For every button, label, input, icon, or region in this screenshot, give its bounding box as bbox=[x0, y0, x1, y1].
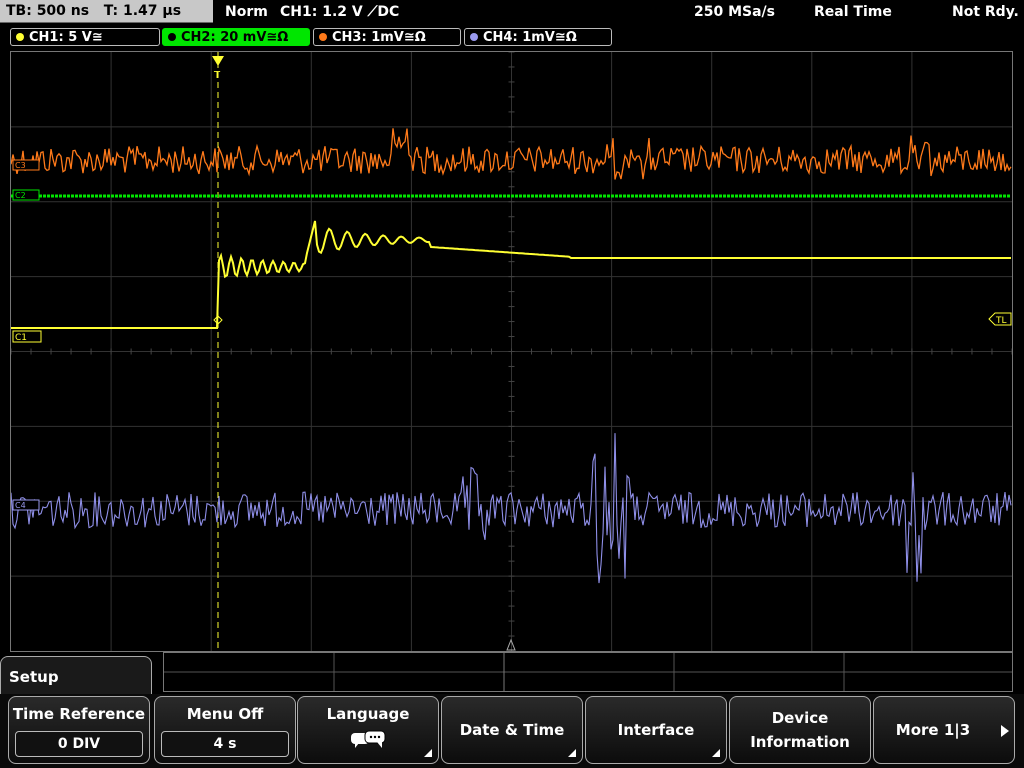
more-button[interactable]: More 1|3 bbox=[873, 696, 1015, 764]
channel-tab-label: CH4: 1mV≅Ω bbox=[483, 30, 577, 45]
channel-tab-label: CH1: 5 V≅ bbox=[29, 30, 103, 45]
graticule-grid bbox=[11, 52, 1012, 651]
zoom-grid bbox=[164, 653, 1012, 691]
menu-off-label: Menu Off bbox=[186, 705, 264, 723]
interface-button[interactable]: Interface bbox=[585, 696, 727, 764]
svg-text:C1: C1 bbox=[15, 333, 27, 343]
arrow-right-icon bbox=[1001, 725, 1009, 737]
trigger-position-marker bbox=[212, 56, 224, 66]
channel-tab-ch2[interactable]: CH2: 20 mV≅Ω bbox=[162, 28, 310, 46]
channel-tab-ch1[interactable]: CH1: 5 V≅ bbox=[10, 28, 160, 46]
timebase-readout[interactable]: TB: 500 ns T: 1.47 µs bbox=[0, 0, 213, 23]
device-information-label: Device Information bbox=[730, 697, 870, 763]
status-bar: TB: 500 ns T: 1.47 µs Norm CH1: 1.2 V ⟋D… bbox=[0, 0, 1024, 24]
status-text: Not Rdy. bbox=[952, 4, 1019, 20]
zoom-window bbox=[163, 652, 1013, 692]
acquisition-mode: Real Time bbox=[814, 4, 892, 20]
svg-text:TL: TL bbox=[995, 316, 1007, 326]
device-information-line2: Information bbox=[750, 733, 850, 751]
device-information-line1: Device bbox=[771, 709, 829, 727]
submenu-indicator-icon bbox=[568, 749, 576, 757]
trigger-level-marker: TL bbox=[988, 312, 1012, 326]
waveform-canvas: T C1 C2 C3 C4 TL bbox=[11, 52, 1012, 651]
channel-tab-ch3[interactable]: CH3: 1mV≅Ω bbox=[313, 28, 461, 46]
channel-color-dot bbox=[16, 33, 24, 41]
menu-off-value: 4 s bbox=[161, 731, 289, 757]
time-reference-value: 0 DIV bbox=[15, 731, 143, 757]
trigger-info[interactable]: CH1: 1.2 V ⟋DC bbox=[280, 0, 399, 24]
svg-text:C2: C2 bbox=[15, 191, 26, 200]
speech-bubbles-icon bbox=[351, 730, 386, 748]
sample-rate: 250 MSa/s bbox=[694, 4, 776, 20]
time-reference-label: Time Reference bbox=[12, 705, 146, 723]
ch2-ground-marker: C2 bbox=[12, 189, 40, 201]
menu-title-tab: Setup bbox=[0, 656, 152, 696]
ch1-ground-marker: C1 bbox=[12, 330, 42, 343]
menu-off-button[interactable]: Menu Off 4 s bbox=[154, 696, 296, 764]
channel-color-dot bbox=[168, 33, 176, 41]
channel-tab-label: CH3: 1mV≅Ω bbox=[332, 30, 426, 45]
interface-label: Interface bbox=[617, 721, 695, 739]
device-information-button[interactable]: Device Information bbox=[729, 696, 871, 764]
channel-color-dot bbox=[470, 33, 478, 41]
channel-tabs: CH1: 5 V≅ CH2: 20 mV≅Ω CH3: 1mV≅Ω CH4: 1… bbox=[0, 26, 1024, 48]
date-time-button[interactable]: Date & Time bbox=[441, 696, 583, 764]
channel-tab-label: CH2: 20 mV≅Ω bbox=[181, 30, 289, 45]
channel-tab-ch4[interactable]: CH4: 1mV≅Ω bbox=[464, 28, 612, 46]
ch4-ground-marker: C4 bbox=[12, 499, 40, 511]
ch3-ground-marker: C3 bbox=[12, 159, 40, 171]
channel-color-dot bbox=[319, 33, 327, 41]
waveform-display[interactable]: T C1 C2 C3 C4 TL bbox=[10, 51, 1013, 652]
date-time-label: Date & Time bbox=[459, 721, 565, 739]
language-button[interactable]: Language bbox=[297, 696, 439, 764]
svg-text:C3: C3 bbox=[15, 161, 26, 170]
language-label: Language bbox=[326, 705, 410, 723]
trigger-mode[interactable]: Norm bbox=[225, 0, 268, 24]
submenu-indicator-icon bbox=[424, 749, 432, 757]
more-label: More 1|3 bbox=[895, 721, 971, 739]
time-reference-button[interactable]: Time Reference 0 DIV bbox=[8, 696, 150, 764]
submenu-indicator-icon bbox=[712, 749, 720, 757]
trigger-position-label: T bbox=[213, 70, 221, 81]
softkey-bar: Time Reference 0 DIV Menu Off 4 s Langua… bbox=[0, 694, 1024, 768]
svg-text:C4: C4 bbox=[15, 501, 26, 510]
